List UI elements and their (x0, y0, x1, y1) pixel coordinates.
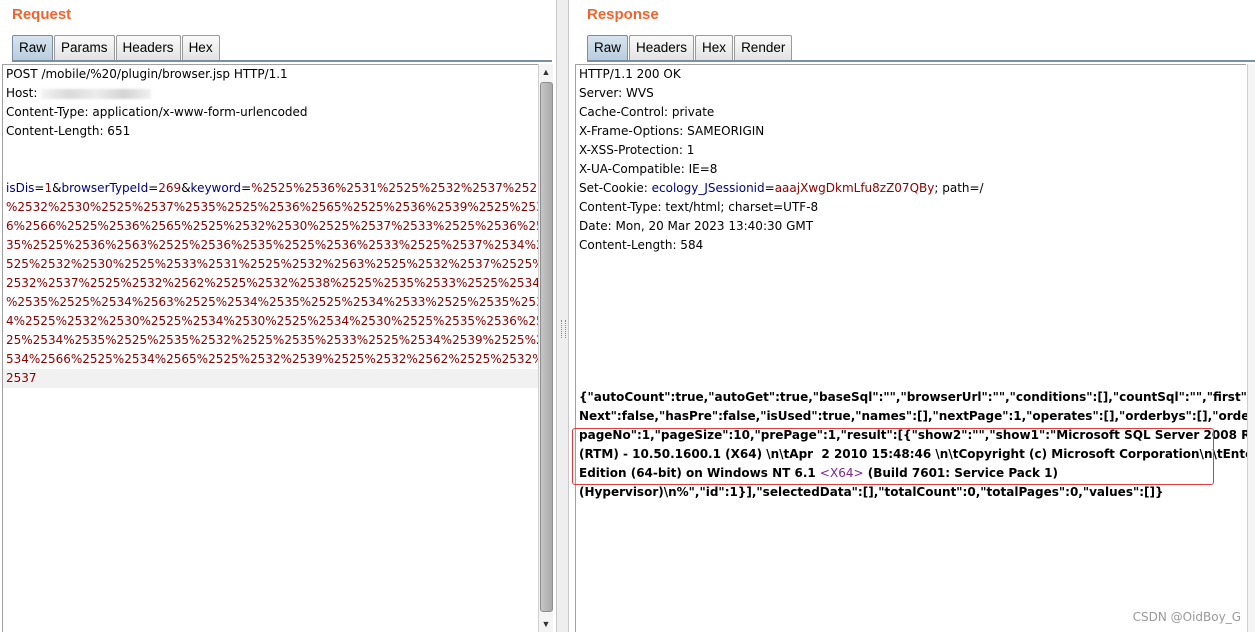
json-text: Edition (64-bit) on Windows NT 6.1 (579, 466, 820, 480)
response-header-line: Content-Length: 584 (579, 238, 704, 252)
cookie-tail: ; path=/ (934, 181, 984, 195)
response-header-line: Content-Type: text/html; charset=UTF-8 (579, 200, 819, 214)
cookie-name: ecology_JSessionid (651, 181, 765, 195)
header-name: Content-Type (6, 105, 85, 119)
scroll-thumb[interactable] (540, 82, 553, 612)
response-header-line: Server: WVS (579, 86, 654, 100)
response-scrollbar[interactable] (1247, 64, 1255, 632)
pane-splitter[interactable] (556, 0, 569, 632)
tab-request-hex[interactable]: Hex (181, 35, 220, 60)
tab-response-headers[interactable]: Headers (629, 35, 695, 60)
request-body-line: %2535%2525%2534%2563%2525%2534%2535%2525… (6, 295, 544, 309)
param-value: 269 (158, 181, 182, 195)
header-value: application/x-www-form-urlencoded (92, 105, 308, 119)
set-cookie-line: Set-Cookie: ecology_JSessionid=aaajXwgDk… (579, 181, 984, 195)
response-header-line: X-XSS-Protection: 1 (579, 143, 695, 157)
request-body-line: 6%2566%2525%2536%2565%2525%2532%2530%252… (6, 219, 544, 233)
request-line: POST /mobile/%20/plugin/browser.jsp HTTP… (6, 67, 288, 81)
request-body-line: 2532%2537%2525%2532%2562%2525%2532%2538%… (6, 276, 540, 290)
request-scrollbar[interactable]: ▲ ▼ (538, 64, 553, 632)
watermark: CSDN @OidBoy_G (1132, 610, 1241, 624)
response-json-line: pageNo":1,"pageSize":10,"prePage":1,"res… (579, 428, 1255, 442)
request-editor[interactable]: POST /mobile/%20/plugin/browser.jsp HTTP… (2, 64, 545, 632)
cookie-value: aaajXwgDkmLfu8zZ07QBy (774, 181, 935, 195)
param-value: 1 (44, 181, 53, 195)
tab-response-raw[interactable]: Raw (587, 35, 629, 60)
tab-response-hex[interactable]: Hex (695, 35, 734, 60)
request-body-line-current: 2537 (3, 369, 539, 388)
scroll-up-icon[interactable] (1248, 64, 1255, 80)
response-json-line: Next":false,"hasPre":false,"isUsed":true… (579, 409, 1255, 423)
tab-request-raw[interactable]: Raw (12, 35, 54, 60)
request-content-type-line: Content-Type: application/x-www-form-url… (6, 105, 308, 119)
json-tag: <X64> (819, 466, 864, 480)
tab-response-render[interactable]: Render (734, 35, 793, 60)
request-content-length-line: Content-Length: 651 (6, 124, 131, 138)
param-name: browserTypeId (61, 181, 149, 195)
param-value: %2525%2536%2531%2525%2532%2537%2525 (251, 181, 545, 195)
grip-icon (561, 320, 566, 338)
request-body-line: 25%2534%2535%2525%2535%2532%2525%2535%25… (6, 333, 544, 347)
response-header-line: X-UA-Compatible: IE=8 (579, 162, 718, 176)
scroll-up-icon[interactable]: ▲ (539, 64, 553, 80)
cookie-label: Set-Cookie: (579, 181, 648, 195)
request-tabs: Raw Params Headers Hex (12, 35, 221, 61)
request-pane: Request Raw Params Headers Hex POST /mob… (0, 0, 556, 632)
response-json-line: (RTM) - 10.50.1600.1 (X64) \n\tApr 2 201… (579, 447, 1255, 461)
response-json-line: Edition (64-bit) on Windows NT 6.1 <X64>… (576, 464, 1246, 483)
json-text: (Build 7601: Service Pack 1) (863, 466, 1058, 480)
param-name: keyword (190, 181, 242, 195)
request-body-line: 4%2525%2532%2530%2525%2534%2530%2525%253… (6, 314, 544, 328)
response-json-line: (Hypervisor)\n%","id":1}],"selectedData"… (579, 485, 1164, 499)
response-editor[interactable]: HTTP/1.1 200 OK Server: WVS Cache-Contro… (572, 64, 1255, 632)
request-body-params-line: isDis=1&browserTypeId=269&keyword=%2525%… (6, 181, 545, 195)
param-name: isDis (6, 181, 35, 195)
request-tab-underline (12, 60, 552, 62)
scroll-down-icon[interactable]: ▼ (539, 616, 553, 632)
request-title: Request (12, 6, 72, 23)
response-pane: Response Raw Headers Hex Render HTTP/1.1… (569, 0, 1255, 632)
tab-request-params[interactable]: Params (54, 35, 115, 60)
host-label: Host: (6, 86, 38, 100)
tab-request-headers[interactable]: Headers (115, 35, 181, 60)
response-tabs: Raw Headers Hex Render (587, 35, 793, 61)
redacted-host (41, 88, 152, 99)
request-body-line: 35%2525%2536%2563%2525%2536%2535%2525%25… (6, 238, 544, 252)
request-host-line: Host: (3, 84, 539, 103)
response-header-line: Date: Mon, 20 Mar 2023 13:40:30 GMT (579, 219, 814, 233)
response-tab-underline (587, 60, 1255, 62)
request-body-line: 534%2566%2525%2534%2565%2525%2532%2539%2… (6, 352, 544, 366)
response-header-line: Cache-Control: private (579, 105, 715, 119)
request-body-line: %2532%2530%2525%2537%2535%2525%2536%2565… (6, 200, 544, 214)
response-header-line: HTTP/1.1 200 OK (579, 67, 681, 81)
request-body-line: 525%2532%2530%2525%2533%2531%2525%2532%2… (6, 257, 544, 271)
response-json-line: {"autoCount":true,"autoGet":true,"baseSq… (579, 390, 1255, 404)
response-header-line: X-Frame-Options: SAMEORIGIN (579, 124, 765, 138)
response-title: Response (587, 6, 659, 23)
